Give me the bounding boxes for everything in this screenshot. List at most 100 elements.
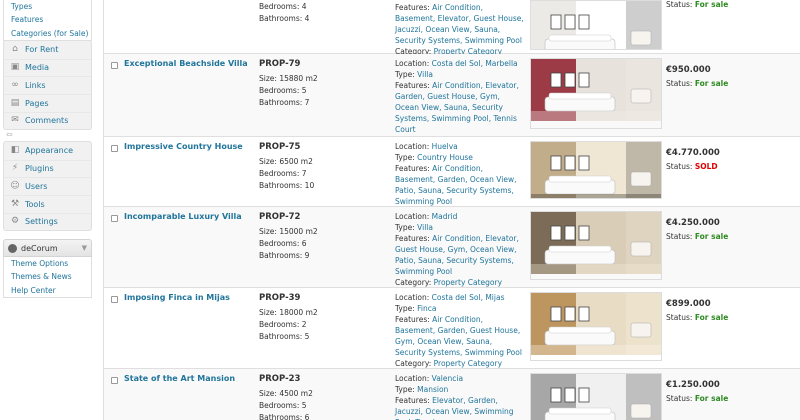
property-reference: PROP-79 [259,59,301,69]
comments-icon: ✉ [11,115,19,126]
table-row: Exceptional Beachside Villa PROP-79 Size: … [104,54,800,145]
property-photo[interactable] [530,58,662,129]
menu-label: Plugins [25,164,54,174]
property-title-link[interactable]: Impressive Country House [124,142,243,151]
property-photo[interactable] [530,211,662,280]
type-link[interactable]: Villa [417,70,433,79]
property-bathrooms: Bathrooms: 10 [259,181,315,190]
property-features: Features: Air Condition, Basement, Garde… [395,315,522,357]
property-title-link[interactable]: Incomparable Luxury Villa [124,212,242,221]
property-status: Status: For sale [666,313,729,322]
menu-item-pages[interactable]: ▤ Pages [4,94,91,112]
property-details: Location: Madrid Type: Villa Features: Air… [395,211,525,288]
status-badge: For sale [694,394,729,403]
menu-label: deCorum [21,243,58,253]
table-row: Incomparable Luxury Villa PROP-72 Size: 15… [104,207,800,288]
property-price: €4.770.000 [666,148,720,158]
collapse-arrow-icon[interactable]: ▼ [82,244,87,252]
property-title-link[interactable]: State of the Art Mansion [124,374,235,383]
type-link[interactable]: Country House [417,153,473,162]
status-badge: For sale [694,232,729,241]
menu-label: Pages [25,98,49,108]
property-list-table: Size: Bedrooms: 4Bathrooms: 4Location: T… [103,0,800,420]
menu-item-settings[interactable]: ⚙ Settings [4,212,91,231]
row-checkbox[interactable] [111,377,118,384]
row-checkbox[interactable] [111,145,118,152]
property-bedrooms: Bedrooms: 7 [259,169,307,178]
menu-item-users[interactable]: ☺ Users [4,177,91,195]
property-features: Features: Air Condition, Basement, Garde… [395,164,517,206]
category-link[interactable]: Property Category [434,359,502,368]
property-photo[interactable] [530,141,662,199]
table-row: Size: Bedrooms: 4Bathrooms: 4Location: T… [104,0,800,56]
property-reference: PROP-72 [259,212,301,222]
table-row: Impressive Country House PROP-75 Size: 650… [104,137,800,217]
property-bedrooms: Bedrooms: 2 [259,320,307,329]
links-icon: ∞ [11,79,19,90]
row-checkbox[interactable] [111,296,118,303]
menu-label: Links [25,80,46,90]
property-price: €1.250.000 [666,380,720,390]
property-photo[interactable] [530,292,662,361]
submenu-item-help-center[interactable]: Help Center [4,284,91,297]
property-title-link[interactable]: Imposing Finca in Mijas [124,293,230,302]
menu-group-admin: ◧ Appearance ⚡ Plugins ☺ Users ⚒ Tools ⚙ Sett… [3,141,92,232]
property-status: Status: For sale [666,394,729,403]
type-link[interactable]: Villa [417,223,433,232]
property-photo[interactable] [530,373,662,420]
room-photo-svg [531,59,661,121]
type-link[interactable]: Mansion [417,385,448,394]
type-link[interactable]: Finca [417,304,436,313]
row-checkbox[interactable] [111,62,118,69]
menu-label: Users [25,181,48,191]
property-status: Status: For sale [666,232,729,241]
location-link[interactable]: Huelva [432,142,458,151]
menu-item-media[interactable]: ▣ Media [4,58,91,77]
property-bedrooms: Bedrooms: 5 [259,86,307,95]
property-bedrooms: Bedrooms: 4 [259,2,307,11]
menu-label: Settings [25,217,58,227]
property-size: Size: 4500 m2 [259,389,313,398]
submenu-item-types[interactable]: Types [4,0,91,13]
location-link[interactable]: Costa del Sol, Marbella [432,59,518,68]
room-photo-svg [531,293,661,355]
property-bathrooms: Bathrooms: 5 [259,332,310,341]
property-size: Size: 15880 m2 [259,74,318,83]
room-photo-svg [531,374,661,420]
property-location: Location: Huelva [395,142,458,151]
menu-separator[interactable]: ⇔ [6,130,13,139]
property-details: Location: Costa del Sol, Mijas Type: Finc… [395,292,525,369]
menu-item-decorum[interactable]: deCorum ▼ [3,239,92,257]
room-photo-svg [531,1,661,49]
menu-item-links[interactable]: ∞ Links [4,76,91,94]
property-reference: PROP-75 [259,142,301,152]
property-bathrooms: Bathrooms: 9 [259,251,310,260]
menu-item-comments[interactable]: ✉ Comments [4,111,91,130]
location-link[interactable]: Valencia [432,374,463,383]
menu-label: Media [25,63,50,73]
row-checkbox[interactable] [111,215,118,222]
menu-item-appearance[interactable]: ◧ Appearance [4,142,91,160]
category-link[interactable]: Property Category [434,278,502,287]
tools-icon: ⚒ [10,198,20,209]
submenu-item-features[interactable]: Features [4,13,91,26]
property-price: €4.250.000 [666,218,720,228]
menu-item-for-rent[interactable]: ⌂ For Rent [4,41,91,59]
status-badge: For sale [694,0,729,9]
media-icon: ▣ [10,62,20,73]
menu-item-plugins[interactable]: ⚡ Plugins [4,159,91,178]
submenu-item-themes-news[interactable]: Themes & News [4,270,91,283]
submenu-item-categories[interactable]: Categories (for Sale) [4,27,91,40]
table-row: Imposing Finca in Mijas PROP-39 Size: 1800… [104,288,800,369]
location-link[interactable]: Costa del Sol, Mijas [432,293,505,302]
property-title-link[interactable]: Exceptional Beachside Villa [124,59,248,68]
property-type: Type: Villa [395,70,433,79]
property-type: Type: Finca [395,304,437,313]
property-location: Location: Madrid [395,212,458,221]
menu-item-tools[interactable]: ⚒ Tools [4,195,91,213]
property-photo[interactable] [530,0,662,50]
plugins-icon: ⚡ [11,163,19,174]
location-link[interactable]: Madrid [432,212,458,221]
property-size: Size: 18000 m2 [259,308,318,317]
submenu-item-theme-options[interactable]: Theme Options [4,257,91,270]
